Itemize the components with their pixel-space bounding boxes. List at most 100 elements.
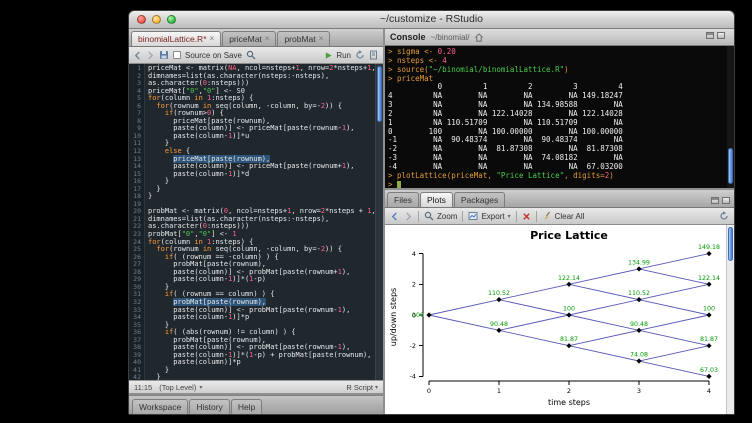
run-button[interactable]: Run xyxy=(324,51,351,60)
code-line: } xyxy=(148,186,375,194)
right-column: Console ~/binomial/ > sigma <- 0.20> nst… xyxy=(385,29,734,414)
maximize-pane-icon[interactable] xyxy=(717,32,725,39)
maximize-pane-icon[interactable] xyxy=(722,197,730,204)
code-line: paste(column-1)]*(1-p) xyxy=(148,276,375,284)
svg-text:110.52: 110.52 xyxy=(488,290,510,297)
file-type-selector[interactable]: R Script ▾ xyxy=(346,383,378,392)
code-line: paste(column)]*p xyxy=(148,359,375,367)
plots-pane: Files Plots Packages xyxy=(385,190,734,414)
code-line: } xyxy=(148,178,375,186)
svg-text:2: 2 xyxy=(412,281,416,289)
zoom-window-button[interactable] xyxy=(167,15,176,24)
next-plot-icon[interactable] xyxy=(404,212,413,221)
export-button[interactable]: Export ▾ xyxy=(468,211,510,221)
titlebar[interactable]: ~/customize - RStudio xyxy=(129,11,734,29)
svg-text:90.48: 90.48 xyxy=(630,321,648,328)
tab-probmat[interactable]: probMat × xyxy=(277,31,330,46)
find-icon[interactable] xyxy=(246,50,256,60)
console-scrollbar-thumb[interactable] xyxy=(728,148,733,184)
rerun-icon[interactable] xyxy=(355,50,365,60)
source-file-icon[interactable] xyxy=(369,50,379,60)
remove-plot-icon[interactable] xyxy=(522,212,531,221)
svg-text:1: 1 xyxy=(497,387,501,395)
svg-text:3: 3 xyxy=(637,387,641,395)
editor-scrollbar-thumb[interactable] xyxy=(377,66,382,122)
clear-all-button[interactable]: Clear All xyxy=(542,211,585,221)
svg-text:81.87: 81.87 xyxy=(700,336,718,343)
plots-pane-buttons xyxy=(711,197,734,207)
home-icon[interactable] xyxy=(474,33,484,42)
broom-icon xyxy=(542,211,552,221)
window-title: ~/customize - RStudio xyxy=(129,11,734,28)
tab-pricemat[interactable]: priceMat × xyxy=(222,31,276,46)
close-tab-icon[interactable]: × xyxy=(319,35,324,43)
svg-text:110.52: 110.52 xyxy=(628,290,650,297)
code-line: paste(column-1)]*u xyxy=(148,133,375,141)
tab-binomiallattice[interactable]: binomialLattice.R* × xyxy=(131,31,221,46)
svg-text:100: 100 xyxy=(563,306,575,313)
svg-text:100: 100 xyxy=(412,312,424,319)
previous-plot-icon[interactable] xyxy=(390,212,399,221)
tab-label: Plots xyxy=(427,195,446,205)
tab-label: binomialLattice.R* xyxy=(138,34,207,44)
console-pane-buttons xyxy=(706,32,729,42)
console-output[interactable]: > sigma <- 0.20> nsteps <- 4> source("~/… xyxy=(385,46,734,188)
chevron-down-icon: ▾ xyxy=(199,384,202,391)
desktop: ~/customize - RStudio binomialLattice.R*… xyxy=(0,0,752,423)
code-editor[interactable]: 1234567891011121314151617181920212223242… xyxy=(129,64,383,380)
tab-history[interactable]: History xyxy=(189,399,229,414)
tab-workspace[interactable]: Workspace xyxy=(132,399,188,414)
working-directory: ~/binomial/ xyxy=(431,33,470,42)
svg-text:up/down steps: up/down steps xyxy=(389,288,398,346)
run-icon xyxy=(324,51,333,60)
console-scrollbar[interactable] xyxy=(727,46,734,188)
export-plot-icon xyxy=(468,211,478,221)
minimize-window-button[interactable] xyxy=(152,15,161,24)
svg-text:0: 0 xyxy=(427,387,431,395)
refresh-icon[interactable] xyxy=(719,211,729,221)
lower-left-pane-tabs: Workspace History Help xyxy=(129,395,383,414)
tab-label: Help xyxy=(238,402,255,412)
plot-scrollbar[interactable] xyxy=(726,225,734,414)
forward-icon[interactable] xyxy=(146,51,155,60)
svg-text:74.08: 74.08 xyxy=(630,352,648,359)
minimize-pane-icon[interactable] xyxy=(711,197,719,204)
plot-display: 01234-4-2024time stepsup/down stepsPrice… xyxy=(385,225,734,414)
svg-text:time steps: time steps xyxy=(548,398,590,407)
scope-label: (Top Level) xyxy=(159,383,196,392)
svg-text:-4: -4 xyxy=(410,373,416,381)
save-icon[interactable] xyxy=(159,50,169,60)
scope-selector[interactable]: (Top Level) ▾ xyxy=(159,383,202,392)
editor-statusbar: 11:15 (Top Level) ▾ R Script ▾ xyxy=(129,380,383,393)
svg-text:134.99: 134.99 xyxy=(628,259,650,266)
tab-label: Packages xyxy=(461,195,498,205)
close-tab-icon[interactable]: × xyxy=(210,35,215,43)
tab-label: probMat xyxy=(284,34,315,44)
tab-label: Workspace xyxy=(139,402,181,412)
console-pane-title: Console xyxy=(390,32,426,42)
svg-text:149.18: 149.18 xyxy=(698,244,720,251)
window-controls xyxy=(137,15,176,24)
tab-help[interactable]: Help xyxy=(231,399,262,414)
close-tab-icon[interactable]: × xyxy=(265,35,270,43)
tab-packages[interactable]: Packages xyxy=(454,192,505,207)
editor-scrollbar[interactable] xyxy=(375,64,383,380)
tab-files[interactable]: Files xyxy=(387,192,419,207)
source-on-save-label: Source on Save xyxy=(185,51,242,60)
svg-text:81.87: 81.87 xyxy=(560,336,578,343)
zoom-button[interactable]: Zoom xyxy=(424,211,457,221)
svg-text:4: 4 xyxy=(707,387,711,395)
code-area[interactable]: priceMat <- matrix(NA, ncol=nsteps+1, nr… xyxy=(145,64,375,380)
tab-label: Files xyxy=(394,195,412,205)
minimize-pane-icon[interactable] xyxy=(706,32,714,39)
close-window-button[interactable] xyxy=(137,15,146,24)
plot-scrollbar-thumb[interactable] xyxy=(728,227,733,261)
svg-text:2: 2 xyxy=(567,387,571,395)
cursor-position: 11:15 xyxy=(134,383,152,392)
tab-plots[interactable]: Plots xyxy=(420,192,453,207)
console-line: > source("~/binomial/binomialLattice.R") xyxy=(388,66,734,75)
source-on-save-checkbox[interactable] xyxy=(173,51,181,59)
plots-toolbar: Zoom Export ▾ Clear All xyxy=(385,208,734,225)
back-icon[interactable] xyxy=(133,51,142,60)
console-header: Console ~/binomial/ xyxy=(385,29,734,46)
